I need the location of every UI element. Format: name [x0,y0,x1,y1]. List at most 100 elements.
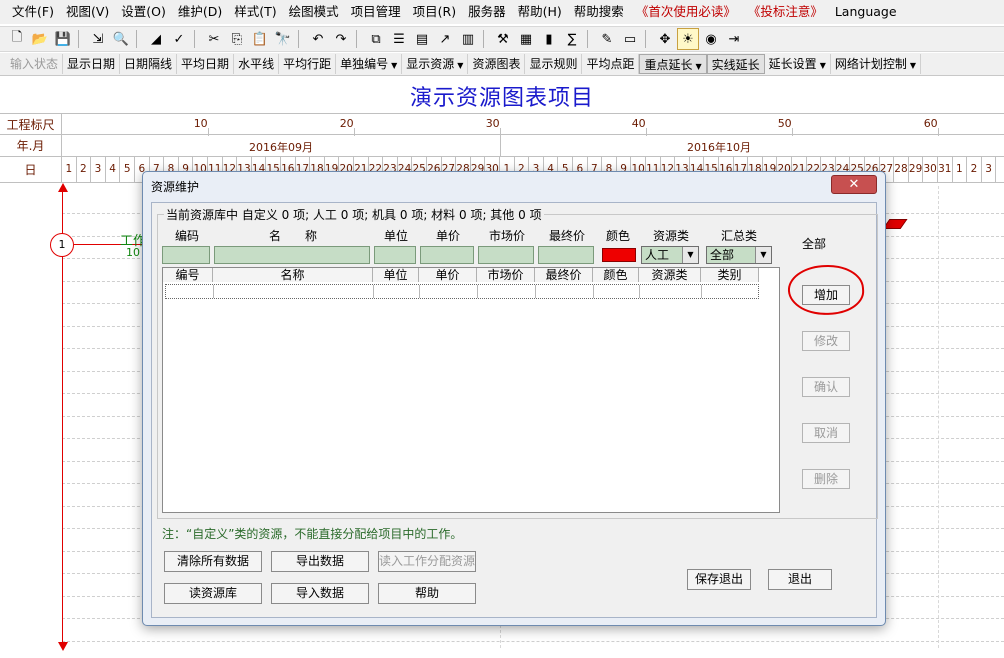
toolbar2-button[interactable]: 水平线 [234,54,280,74]
bulb-icon[interactable]: ☀ [677,28,699,50]
exit-icon[interactable]: ⇥ [723,28,745,50]
import-button[interactable]: 导入数据 [271,583,369,604]
table-cell[interactable] [536,285,594,298]
menu-item[interactable]: 维护(D) [172,0,228,24]
bar-chart-icon[interactable]: ▮ [538,28,560,50]
node-circle[interactable]: 1 [50,233,74,257]
toolbar2-button[interactable]: 平均日期 [177,54,235,74]
menu-item[interactable]: 绘图模式 [283,0,345,24]
help-button[interactable]: 帮助 [378,583,476,604]
add-button[interactable]: 增加 [802,285,850,305]
toolbar2-button[interactable]: 显示资源 ▼ [402,54,469,74]
layout-icon[interactable]: ▦ [515,28,537,50]
resource-table[interactable]: 编号 名称 单位 单价 市场价 最终价 颜色 资源类 类别 [162,267,780,513]
tools-icon[interactable]: ⚒ [492,28,514,50]
chevron-down-icon[interactable]: ▼ [457,61,463,70]
chevron-down-icon[interactable]: ▼ [696,62,702,71]
final-price-input[interactable] [538,246,594,264]
chevron-down-icon[interactable]: ▼ [755,247,771,263]
menu-item[interactable]: Language [829,0,903,24]
exit-button[interactable]: 退出 [768,569,832,590]
network-icon[interactable]: ⧉ [365,28,387,50]
close-icon[interactable]: ✕ [831,175,877,194]
market-price-input[interactable] [478,246,534,264]
edit-icon[interactable]: ✎ [596,28,618,50]
table-cell[interactable] [420,285,478,298]
screen-icon[interactable]: ▭ [619,28,641,50]
table-cell[interactable] [640,285,702,298]
unit-input[interactable] [374,246,416,264]
resource-type-select[interactable]: 人工 ▼ [641,246,699,264]
chevron-down-icon[interactable]: ▼ [682,247,698,263]
menu-item[interactable]: 设置(O) [115,0,172,24]
toolbar2-button[interactable]: 实线延长 [706,54,765,74]
calc-icon[interactable]: ∑ [561,28,583,50]
copy-icon[interactable]: ⎘ [226,28,248,50]
toolbar2-button[interactable]: 网络计划控制 ▼ [831,54,922,74]
line-chart-icon[interactable]: ↗ [434,28,456,50]
cancel-button[interactable]: 取消 [802,423,850,443]
code-input[interactable] [162,246,210,264]
table-cell[interactable] [374,285,420,298]
open-icon[interactable]: 📂 [29,28,51,50]
save-exit-button[interactable]: 保存退出 [687,569,751,590]
pin-icon[interactable]: ✥ [654,28,676,50]
price-input[interactable] [420,246,474,264]
menu-item[interactable]: 文件(F) [6,0,60,24]
toolbar2-button[interactable]: 平均行距 [279,54,337,74]
chevron-down-icon[interactable]: ▼ [391,61,397,70]
table-cell[interactable] [166,285,214,298]
read-assign-button[interactable]: 读入工作分配资源 [378,551,476,572]
toolbar2-button[interactable]: 输入状态 [6,54,64,74]
menu-item[interactable]: 服务器 [462,0,512,24]
cut-icon[interactable]: ✂ [203,28,225,50]
menu-item[interactable]: 《投标注意》 [742,0,829,24]
gantt-icon[interactable]: ☰ [388,28,410,50]
read-library-button[interactable]: 读资源库 [164,583,262,604]
export-button[interactable]: 导出数据 [271,551,369,572]
redo-icon[interactable]: ↷ [330,28,352,50]
menu-item[interactable]: 帮助搜索 [568,0,630,24]
delete-button[interactable]: 删除 [802,469,850,489]
toolbar2-button[interactable]: 资源图表 [468,54,526,74]
summary-type-select[interactable]: 全部 ▼ [706,246,772,264]
find-icon[interactable]: 🔭 [272,28,294,50]
menu-item[interactable]: 帮助(H) [512,0,568,24]
globe-icon[interactable]: ◉ [700,28,722,50]
print-preview-icon[interactable]: 🔍 [110,28,132,50]
new-icon[interactable]: 🗋 [6,28,28,50]
toolbar2-button[interactable]: 平均点距 [582,54,640,74]
check-icon[interactable]: ✓ [168,28,190,50]
clear-all-button[interactable]: 清除所有数据 [164,551,262,572]
table-cell[interactable] [594,285,640,298]
table-cell[interactable] [478,285,536,298]
menu-item[interactable]: 视图(V) [60,0,115,24]
chevron-down-icon[interactable]: ▼ [820,61,826,70]
menu-item[interactable]: 样式(T) [228,0,282,24]
color-picker[interactable] [602,248,636,262]
toolbar2-button[interactable]: 显示规则 [525,54,583,74]
chevron-down-icon[interactable]: ▼ [910,61,916,70]
export-icon[interactable]: ⇲ [87,28,109,50]
menu-item[interactable]: 项目管理 [345,0,407,24]
undo-icon[interactable]: ↶ [307,28,329,50]
bar-icon[interactable]: ▤ [411,28,433,50]
confirm-button[interactable]: 确认 [802,377,850,397]
toolbar2-button[interactable]: 重点延长 ▼ [639,54,707,74]
paste-icon[interactable]: 📋 [249,28,271,50]
save-icon[interactable]: 💾 [52,28,74,50]
scale-tick: 20 [339,117,354,130]
menu-item[interactable]: 《首次使用必读》 [630,0,742,24]
line-icon[interactable]: ◢ [145,28,167,50]
toolbar2-button[interactable]: 单独编号 ▼ [336,54,403,74]
modify-button[interactable]: 修改 [802,331,850,351]
toolbar2-button[interactable]: 延长设置 ▼ [765,54,831,74]
menu-item[interactable]: 项目(R) [407,0,462,24]
header-price: 单价 [435,229,460,243]
table-cell[interactable] [214,285,374,298]
table-row[interactable] [165,284,759,299]
name-input[interactable] [214,246,370,264]
resource-icon[interactable]: ▥ [457,28,479,50]
toolbar2-button[interactable]: 显示日期 [63,54,121,74]
toolbar2-button[interactable]: 日期隔线 [120,54,178,74]
